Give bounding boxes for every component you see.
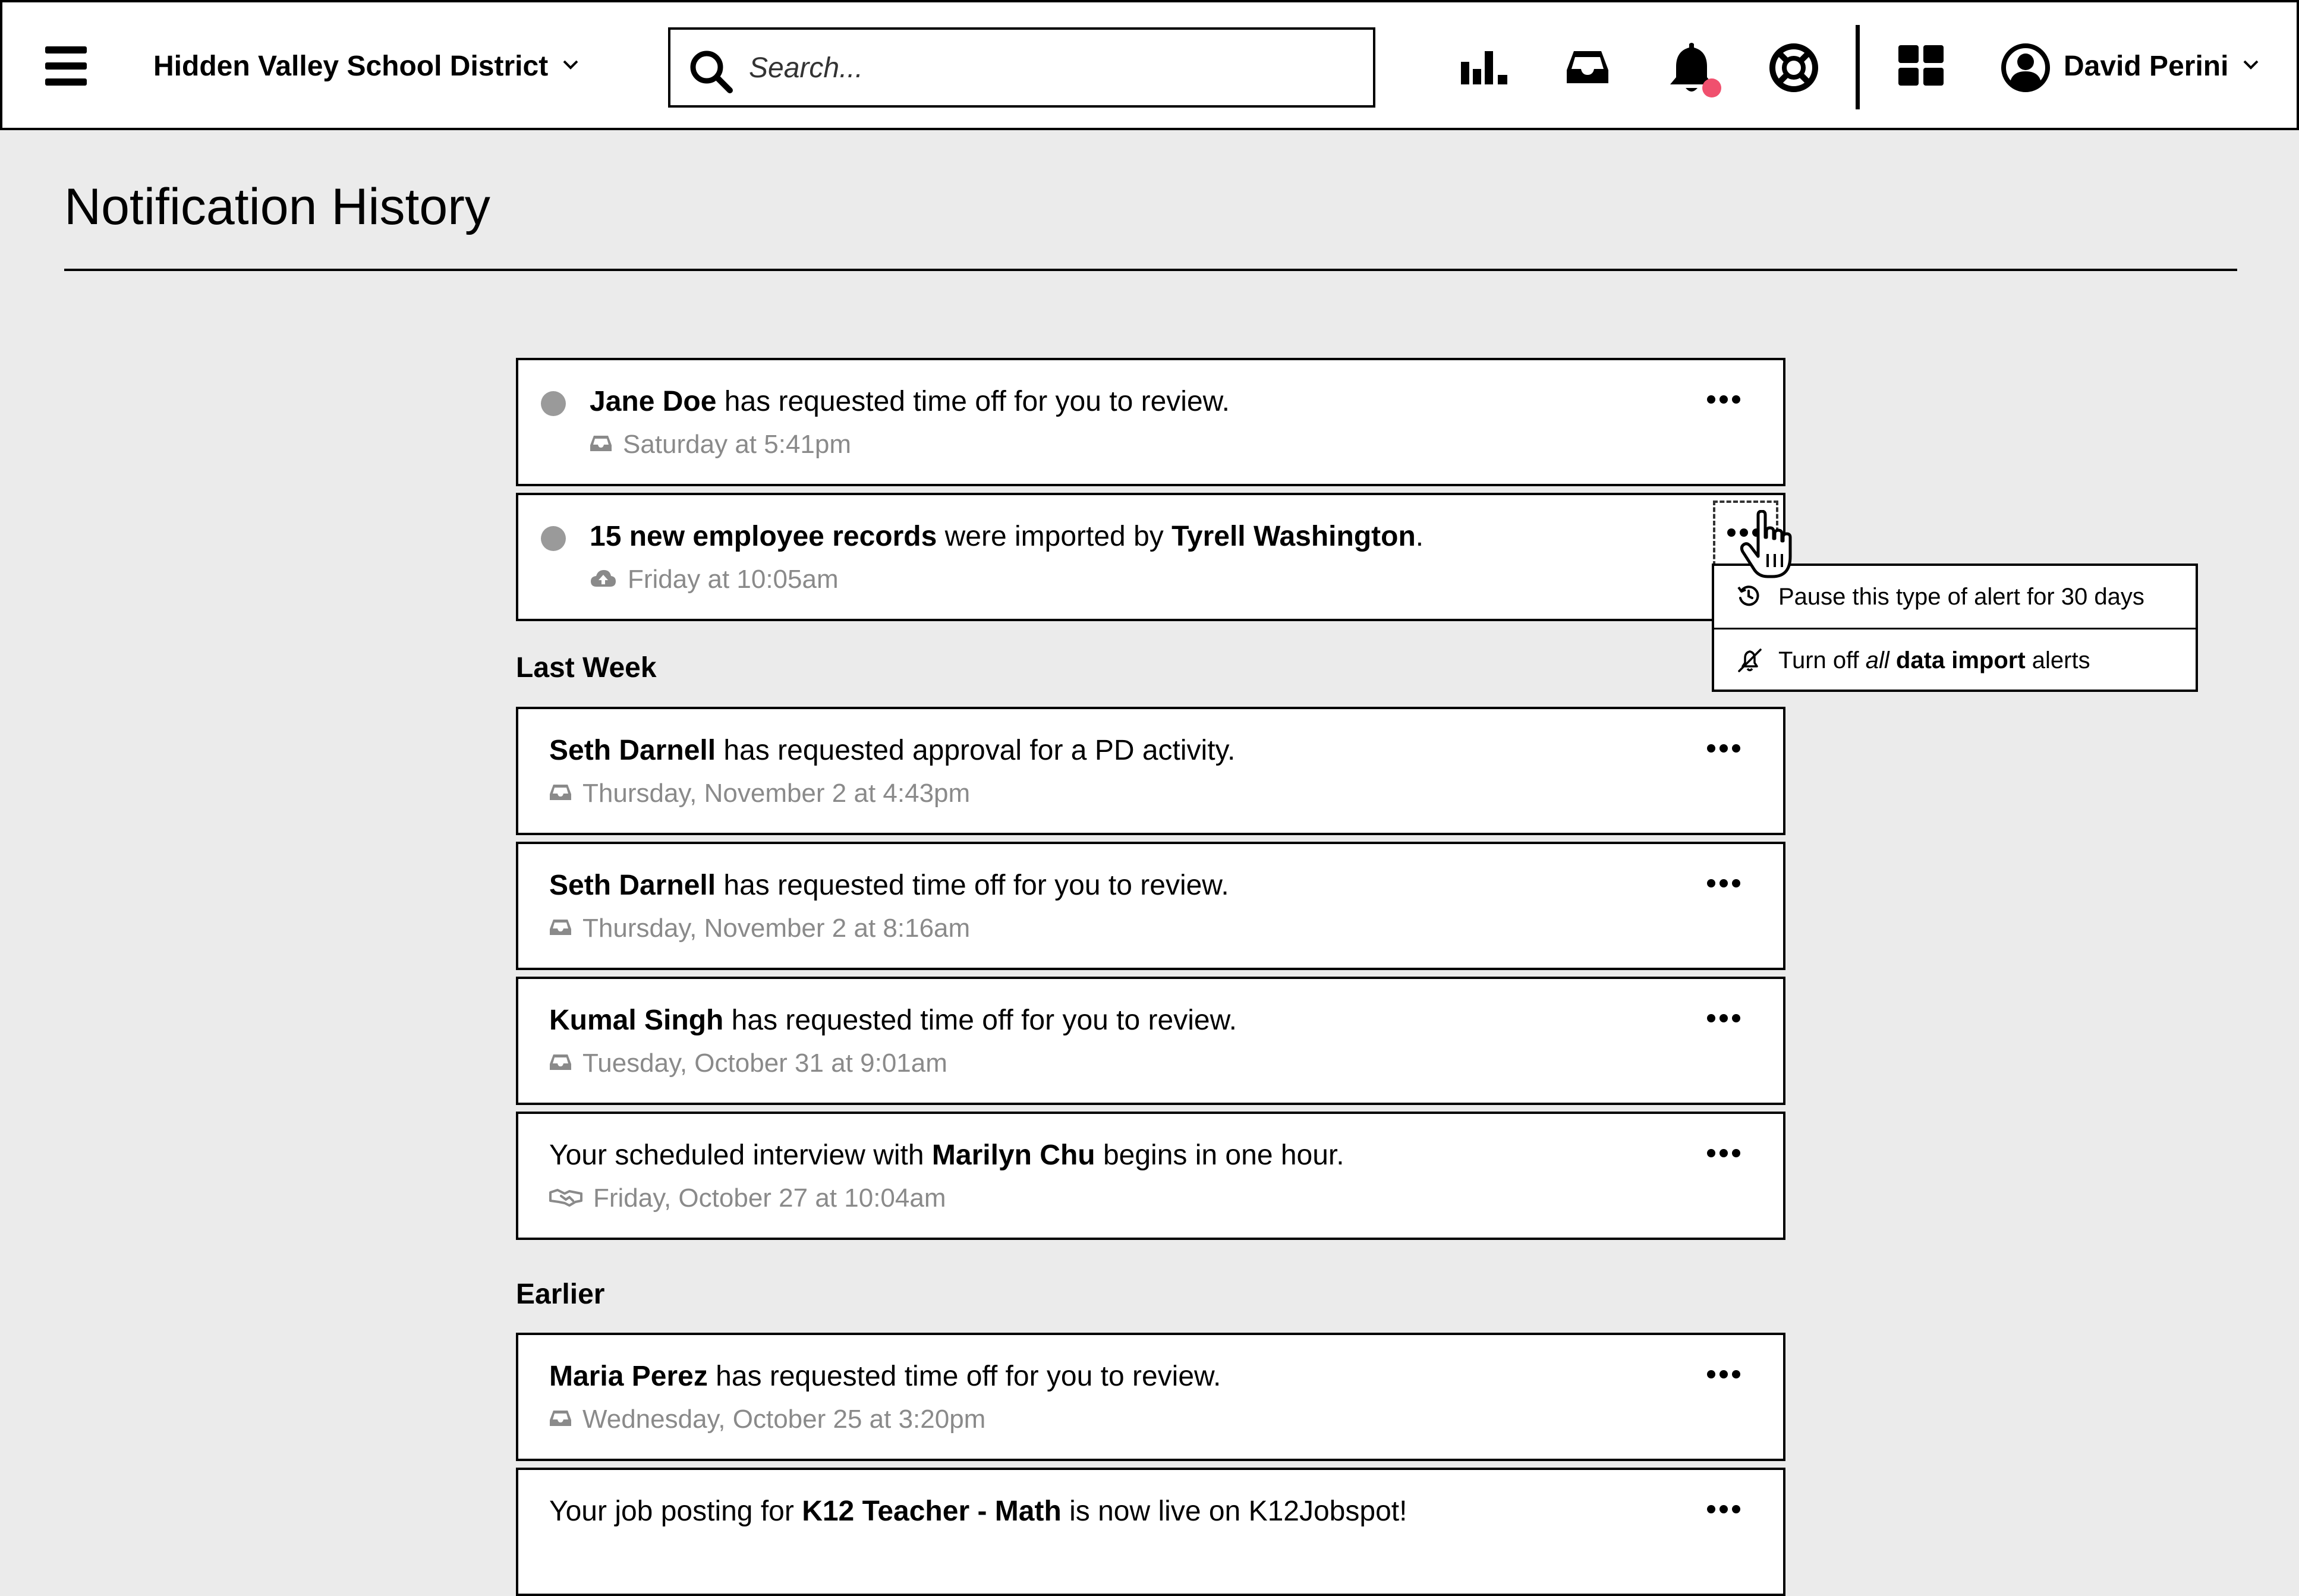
chevron-down-icon	[2243, 60, 2259, 70]
notification-item[interactable]: Jane Doe has requested time off for you …	[516, 358, 1785, 486]
top-nav-bar: Hidden Valley School District Search... …	[0, 0, 2299, 130]
district-name: Hidden Valley School District	[153, 51, 549, 82]
more-options-icon[interactable]	[1707, 1147, 1740, 1159]
inbox-icon	[550, 920, 571, 936]
chevron-down-icon	[563, 60, 578, 70]
notification-message: Your scheduled interview with Marilyn Ch…	[549, 1139, 1344, 1171]
search-box[interactable]	[668, 27, 1375, 108]
unread-indicator	[541, 526, 566, 551]
notification-message: Maria Perez has requested time off for y…	[549, 1361, 1221, 1392]
notification-message: 15 new employee records were imported by…	[590, 521, 1424, 552]
bar-chart-icon[interactable]	[1460, 49, 1510, 86]
history-icon	[1737, 585, 1759, 606]
notification-item[interactable]: Kumal Singh has requested time off for y…	[516, 977, 1785, 1105]
turn-off-data-import-alerts-option[interactable]: Turn off all data import alerts	[1714, 628, 2196, 690]
notification-timestamp: Tuesday, October 31 at 9:01am	[549, 1047, 947, 1080]
title-divider	[64, 269, 2237, 271]
notification-timestamp: Thursday, November 2 at 4:43pm	[549, 777, 970, 810]
hand-pointer-cursor-icon	[1740, 510, 1792, 578]
turn-off-alerts-label: Turn off all data import alerts	[1778, 647, 2090, 673]
user-avatar-icon[interactable]	[2001, 43, 2051, 93]
notification-message: Seth Darnell has requested time off for …	[549, 870, 1229, 901]
notification-bell-icon[interactable]	[1665, 40, 1724, 100]
more-options-icon[interactable]	[1707, 1012, 1740, 1024]
user-name: David Perini	[2064, 51, 2229, 82]
notification-item[interactable]: Your scheduled interview with Marilyn Ch…	[516, 1112, 1785, 1240]
notification-options-menu: Pause this type of alert for 30 days Tur…	[1712, 564, 2198, 692]
unread-indicator	[541, 391, 566, 416]
section-heading-last-week: Last Week	[516, 652, 657, 684]
bell-off-icon	[1738, 649, 1762, 672]
notification-timestamp: Friday at 10:05am	[590, 563, 839, 596]
notification-message: Your job posting for K12 Teacher - Math …	[549, 1496, 1407, 1527]
search-icon	[690, 51, 733, 93]
district-switcher[interactable]: Hidden Valley School District	[153, 49, 579, 84]
section-heading-earlier: Earlier	[516, 1279, 605, 1310]
header-divider	[1856, 25, 1860, 109]
inbox-icon	[550, 1411, 571, 1427]
cloud-upload-icon	[591, 570, 616, 587]
notification-timestamp: Thursday, November 2 at 8:16am	[549, 912, 970, 945]
search-input[interactable]	[748, 46, 1354, 89]
more-options-icon[interactable]	[1707, 1368, 1740, 1380]
notification-item[interactable]: 15 new employee records were imported by…	[516, 493, 1785, 621]
notification-item[interactable]: Maria Perez has requested time off for y…	[516, 1333, 1785, 1461]
page-title: Notification History	[64, 178, 490, 235]
user-menu[interactable]: David Perini	[2064, 49, 2259, 84]
notification-message: Kumal Singh has requested time off for y…	[549, 1005, 1237, 1036]
more-options-icon[interactable]	[1707, 877, 1740, 889]
hamburger-menu-icon[interactable]	[45, 46, 87, 86]
inbox-icon	[550, 785, 571, 801]
notification-message: Jane Doe has requested time off for you …	[590, 386, 1230, 417]
app-grid-icon[interactable]	[1898, 45, 1944, 87]
notification-item[interactable]: Seth Darnell has requested time off for …	[516, 842, 1785, 970]
notification-item[interactable]: Seth Darnell has requested approval for …	[516, 707, 1785, 835]
notification-message: Seth Darnell has requested approval for …	[549, 735, 1236, 766]
notification-timestamp: Wednesday, October 25 at 3:20pm	[549, 1403, 985, 1436]
inbox-icon	[550, 1054, 571, 1071]
handshake-icon	[549, 1189, 582, 1207]
notification-item[interactable]: Your job posting for K12 Teacher - Math …	[516, 1468, 1785, 1596]
inbox-icon	[590, 436, 612, 452]
inbox-tray-icon[interactable]	[1566, 49, 1610, 86]
notification-timestamp: Saturday at 5:41pm	[590, 428, 851, 461]
more-options-icon[interactable]	[1707, 742, 1740, 754]
pause-alert-label: Pause this type of alert for 30 days	[1778, 584, 2144, 610]
more-options-icon[interactable]	[1707, 394, 1740, 405]
notification-timestamp: Friday, October 27 at 10:04am	[549, 1182, 946, 1215]
help-lifebuoy-icon[interactable]	[1769, 43, 1819, 93]
more-options-icon[interactable]	[1707, 1503, 1740, 1515]
